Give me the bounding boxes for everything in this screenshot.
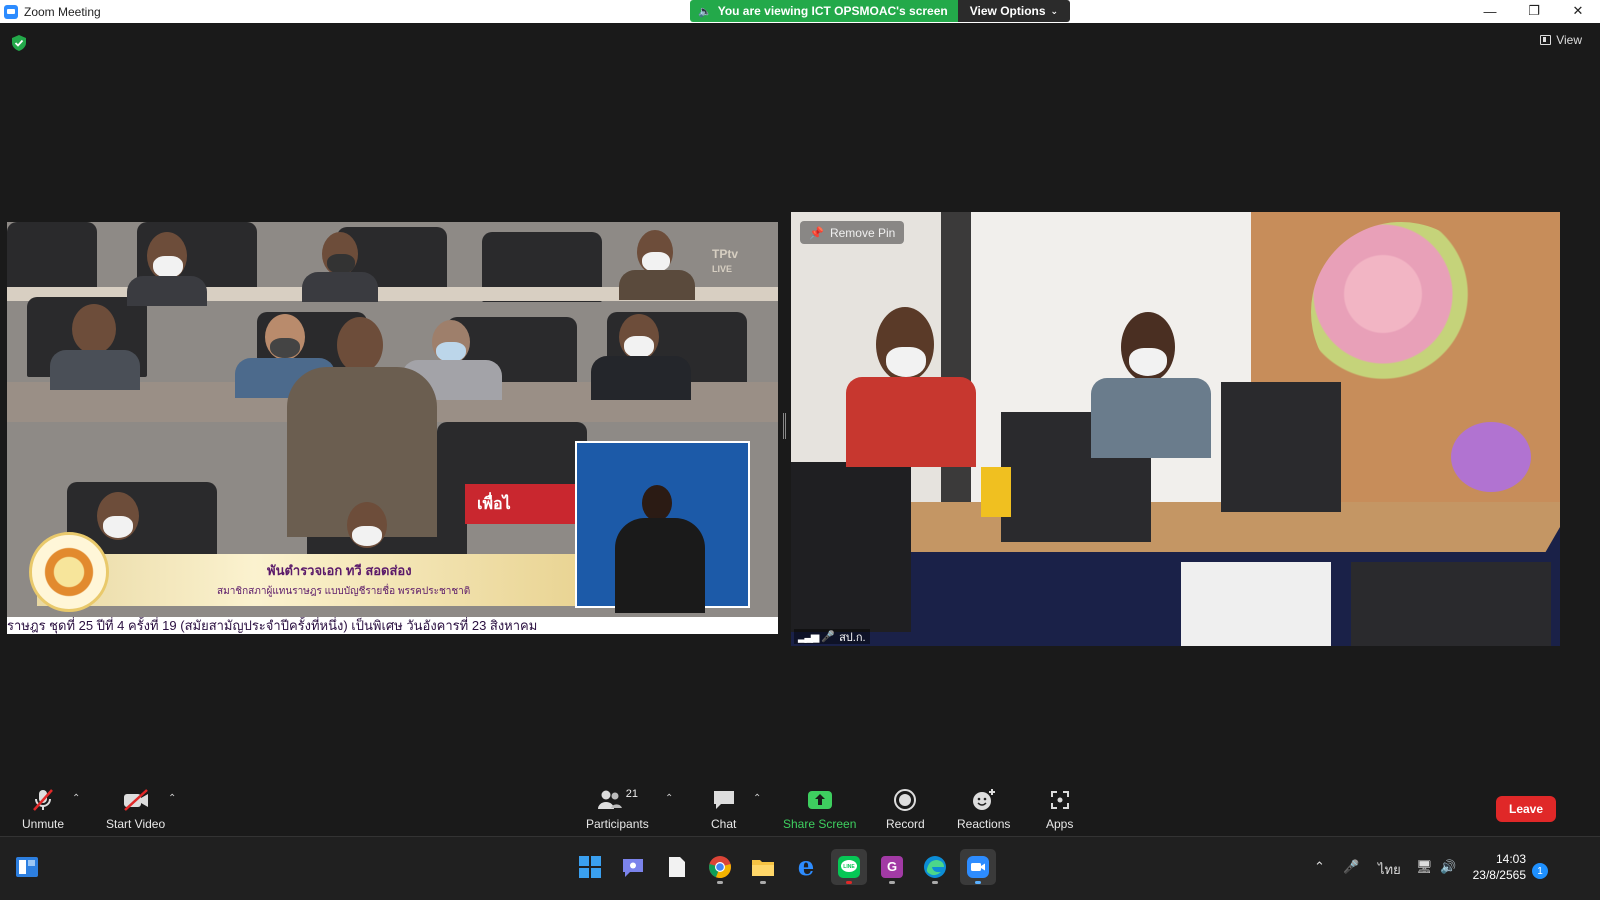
- participants-options-caret[interactable]: ⌃: [665, 793, 673, 804]
- view-button[interactable]: View: [1540, 33, 1582, 47]
- viewing-text: You are viewing ICT OPSMOAC's screen: [717, 4, 948, 18]
- speaker-name: พันตำรวจเอก ทวี สอดส่อง: [267, 563, 412, 578]
- sign-language-interpreter: [575, 441, 750, 613]
- muted-mic-icon: 🎤: [821, 631, 836, 643]
- minimize-button[interactable]: —: [1468, 0, 1512, 22]
- unmute-button[interactable]: Unmute: [22, 788, 64, 831]
- remove-pin-button[interactable]: 📌 Remove Pin: [800, 221, 905, 244]
- pinned-video[interactable]: 📌 Remove Pin ▂▃▅ 🎤 สป.ก.: [791, 212, 1560, 646]
- chevron-down-icon: ⌄: [1050, 5, 1059, 16]
- video-off-icon: [121, 788, 151, 812]
- zoom-taskbar-icon[interactable]: [960, 849, 996, 885]
- record-icon: [893, 788, 917, 812]
- viewing-status: 🔈 You are viewing ICT OPSMOAC's screen: [690, 0, 958, 22]
- muted-mic-icon: [30, 788, 56, 812]
- participant-label: ▂▃▅ 🎤 สป.ก.: [794, 629, 870, 644]
- internet-explorer-icon[interactable]: e: [788, 849, 824, 885]
- participants-button[interactable]: 21 Participants: [586, 788, 649, 831]
- restore-button[interactable]: ❐: [1512, 0, 1556, 22]
- view-options-button[interactable]: View Options ⌄: [957, 0, 1071, 22]
- chat-icon: [712, 788, 736, 812]
- participants-icon: 21: [597, 788, 638, 812]
- pin-icon: 📌: [809, 225, 824, 240]
- speaker-title: สมาชิกสภาผู้แทนราษฎร แบบบัญชีรายชื่อ พรร…: [217, 586, 471, 597]
- remove-pin-label: Remove Pin: [829, 225, 896, 240]
- network-icon[interactable]: 🖥: [1416, 859, 1433, 875]
- participant-name: สป.ก.: [839, 631, 866, 644]
- meeting-area: View เพื่อไ TPtv LIVE พันตำรวจเอก ทวี สอ…: [0, 23, 1600, 853]
- audio-options-caret[interactable]: ⌃: [72, 793, 80, 804]
- view-label: View: [1556, 33, 1582, 47]
- input-language-indicator[interactable]: ไทย: [1378, 859, 1401, 880]
- zoom-app-icon: [4, 4, 18, 19]
- pdf-editor-icon[interactable]: G: [874, 849, 910, 885]
- show-hidden-icons-chevron-icon[interactable]: ⌃: [1314, 859, 1325, 875]
- news-ticker: ราษฎร ชุดที่ 25 ปีที่ 4 ครั้งที่ 19 (สมั…: [7, 617, 778, 634]
- speaker-icon: 🔈: [698, 5, 712, 18]
- start-video-button[interactable]: Start Video: [106, 788, 165, 831]
- system-clock[interactable]: 14:03 23/8/2565: [1473, 851, 1526, 883]
- window-title: Zoom Meeting: [24, 4, 101, 19]
- title-bar: Zoom Meeting 🔈 You are viewing ICT OPSMO…: [0, 0, 1600, 23]
- meeting-toolbar: Unmute ⌃ Start Video ⌃ 21 Participants ⌃…: [0, 780, 1600, 836]
- split-divider-handle[interactable]: [783, 413, 786, 439]
- svg-text:G: G: [887, 859, 897, 874]
- record-button[interactable]: Record: [886, 788, 925, 831]
- teams-chat-icon[interactable]: [615, 849, 651, 885]
- close-button[interactable]: ✕: [1556, 0, 1600, 22]
- reactions-icon: [971, 788, 997, 812]
- windows-taskbar: e LINE G ⌃ 🎤 ไทย 🖥 🔊 14:03 23/8/2565 1: [0, 836, 1600, 900]
- security-shield-icon[interactable]: [12, 35, 26, 51]
- chat-options-caret[interactable]: ⌃: [753, 793, 761, 804]
- start-button[interactable]: [572, 849, 608, 885]
- chat-button[interactable]: Chat: [711, 788, 736, 831]
- share-screen-icon: [807, 788, 833, 812]
- party-sign: เพื่อไ: [465, 484, 575, 524]
- svg-text:LINE: LINE: [843, 864, 855, 870]
- viewing-banner: 🔈 You are viewing ICT OPSMOAC's screen V…: [690, 0, 1071, 22]
- leave-button[interactable]: Leave: [1496, 796, 1556, 822]
- widgets-button[interactable]: [9, 849, 45, 885]
- signal-icon: ▂▃▅: [798, 631, 819, 643]
- line-app-icon[interactable]: LINE: [831, 849, 867, 885]
- video-options-caret[interactable]: ⌃: [168, 793, 176, 804]
- file-explorer-icon[interactable]: [745, 849, 781, 885]
- share-screen-button[interactable]: Share Screen: [783, 788, 856, 831]
- view-options-label: View Options: [969, 4, 1046, 18]
- shared-screen-video[interactable]: เพื่อไ TPtv LIVE พันตำรวจเอก ทวี สอดส่อง…: [7, 222, 778, 634]
- window-controls: — ❐ ✕: [1468, 0, 1600, 22]
- edge-icon[interactable]: [917, 849, 953, 885]
- volume-icon[interactable]: 🔊: [1440, 859, 1456, 875]
- microphone-in-use-icon[interactable]: 🎤: [1343, 859, 1359, 875]
- clock-date: 23/8/2565: [1472, 868, 1526, 882]
- speaker-nameplate: พันตำรวจเอก ทวี สอดส่อง สมาชิกสภาผู้แทนร…: [37, 554, 582, 606]
- apps-icon: [1049, 788, 1071, 812]
- notepad-icon[interactable]: [659, 849, 695, 885]
- participants-count: 21: [625, 788, 638, 800]
- chrome-icon[interactable]: [702, 849, 738, 885]
- apps-button[interactable]: Apps: [1046, 788, 1073, 831]
- clock-time: 14:03: [1495, 852, 1526, 866]
- parliament-emblem-icon: [29, 532, 109, 612]
- reactions-button[interactable]: Reactions: [957, 788, 1010, 831]
- notification-badge[interactable]: 1: [1532, 863, 1548, 879]
- view-layout-icon: [1540, 35, 1552, 45]
- channel-logo: TPtv LIVE: [711, 247, 738, 274]
